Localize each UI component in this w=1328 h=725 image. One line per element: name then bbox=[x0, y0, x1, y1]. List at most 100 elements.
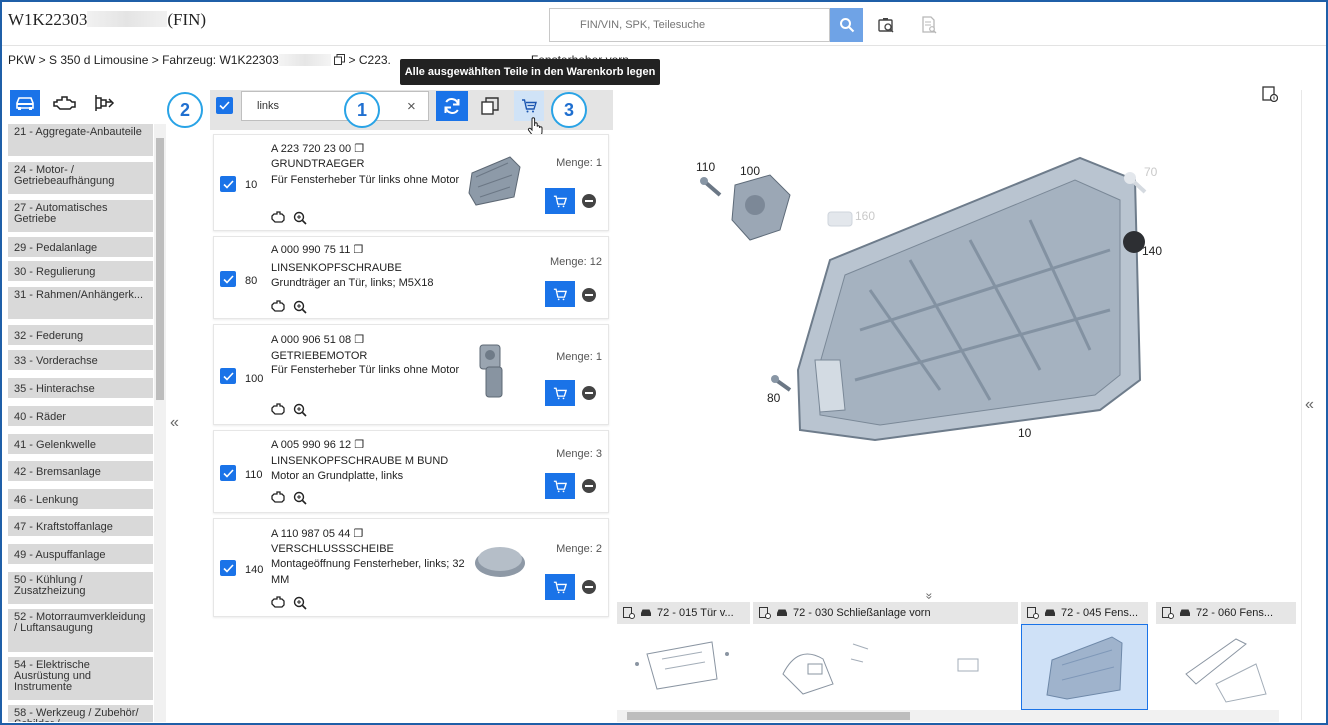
sidebar-item[interactable]: 41 - Gelenkwelle bbox=[8, 434, 153, 454]
tab-transmission[interactable] bbox=[90, 90, 120, 116]
sidebar-item[interactable]: 46 - Lenkung bbox=[8, 489, 153, 509]
breadcrumb-model[interactable]: > C223. bbox=[349, 53, 391, 67]
filter-input[interactable] bbox=[242, 92, 428, 120]
sidebar-item[interactable]: 29 - Pedalanlage bbox=[8, 237, 153, 257]
vehicle-title: W1K22303 (FIN) bbox=[8, 10, 206, 30]
part-number-text: A 000 990 75 11 bbox=[271, 244, 351, 256]
gallery-scroll-thumb[interactable] bbox=[627, 712, 910, 720]
callout-label[interactable]: 160 bbox=[855, 209, 875, 223]
callout-label[interactable]: 70 bbox=[1144, 165, 1157, 179]
copy-icon[interactable]: ❐ bbox=[354, 439, 364, 451]
collapse-right-panel-button[interactable]: « bbox=[1305, 396, 1314, 414]
gallery-thumbnail-selected[interactable] bbox=[1021, 624, 1148, 710]
quantity-label: Menge: 3 bbox=[556, 448, 602, 460]
copy-icon bbox=[481, 97, 499, 115]
zoom-icon[interactable] bbox=[293, 300, 307, 314]
sidebar-item[interactable]: 58 - Werkzeug / Zubehör/ Schilder / bbox=[8, 705, 153, 722]
part-position: 140 bbox=[245, 564, 264, 576]
breadcrumb-vehicle[interactable]: PKW > S 350 d Limousine > Fahrzeug: W1K2… bbox=[8, 53, 279, 67]
gallery-tab[interactable]: 72 - 030 Schließanlage vorn bbox=[753, 602, 1018, 624]
add-to-cart-button[interactable] bbox=[545, 380, 575, 406]
callout-label[interactable]: 10 bbox=[1018, 426, 1031, 440]
part-checkbox[interactable] bbox=[220, 465, 236, 481]
part-thumbnail[interactable] bbox=[472, 539, 528, 581]
sidebar-item[interactable]: 54 - Elektrische Ausrüstung und Instrume… bbox=[8, 657, 153, 700]
camera-search-button[interactable] bbox=[876, 14, 898, 36]
copy-icon[interactable]: ❐ bbox=[353, 244, 363, 256]
part-row: 80 A 000 990 75 11 ❐ LINSENKOPFSCHRAUBE … bbox=[213, 236, 609, 319]
sidebar-item[interactable]: 40 - Räder bbox=[8, 406, 153, 426]
zoom-icon[interactable] bbox=[293, 211, 307, 225]
filter-field[interactable] bbox=[241, 91, 429, 121]
callout-label[interactable]: 80 bbox=[767, 391, 780, 405]
remove-button[interactable] bbox=[582, 194, 596, 208]
part-number-text: A 223 720 23 00 bbox=[271, 143, 352, 155]
sidebar-item[interactable]: 32 - Federung bbox=[8, 325, 153, 345]
drawing-info-icon[interactable] bbox=[1262, 86, 1278, 102]
sidebar-item[interactable]: 33 - Vorderachse bbox=[8, 350, 153, 370]
zoom-icon[interactable] bbox=[293, 491, 307, 505]
vin-search-input[interactable] bbox=[550, 9, 829, 41]
sidebar-item[interactable]: 49 - Auspuffanlage bbox=[8, 544, 153, 564]
copy-icon[interactable]: ❐ bbox=[354, 143, 364, 155]
copy-icon[interactable]: ❐ bbox=[354, 334, 364, 346]
part-checkbox[interactable] bbox=[220, 271, 236, 287]
part-checkbox[interactable] bbox=[220, 368, 236, 384]
engine-icon[interactable] bbox=[271, 300, 285, 312]
remove-button[interactable] bbox=[582, 479, 596, 493]
gallery-tab-active[interactable]: 72 - 045 Fens... bbox=[1021, 602, 1148, 624]
select-all-checkbox[interactable] bbox=[216, 97, 233, 114]
sidebar-item[interactable]: 42 - Bremsanlage bbox=[8, 461, 153, 481]
callout-label[interactable]: 140 bbox=[1142, 244, 1162, 258]
sidebar-item[interactable]: 21 - Aggregate-Anbauteile bbox=[8, 124, 153, 156]
exploded-view-drawing[interactable] bbox=[640, 140, 1210, 480]
part-checkbox[interactable] bbox=[220, 176, 236, 192]
sidebar-item[interactable]: 50 - Kühlung / Zusatzheizung bbox=[8, 572, 153, 604]
remove-button[interactable] bbox=[582, 580, 596, 594]
gallery-tab[interactable]: 72 - 060 Fens... bbox=[1156, 602, 1296, 624]
gallery-tab[interactable]: 72 - 015 Tür v... bbox=[617, 602, 750, 624]
remove-button[interactable] bbox=[582, 386, 596, 400]
part-name: LINSENKOPFSCHRAUBE M BUND bbox=[271, 455, 449, 467]
refresh-button[interactable] bbox=[436, 91, 468, 121]
add-to-cart-button[interactable] bbox=[545, 473, 575, 499]
check-icon bbox=[222, 371, 234, 381]
remove-button[interactable] bbox=[582, 288, 596, 302]
gallery-thumbnail[interactable] bbox=[1156, 624, 1296, 710]
document-search-button[interactable] bbox=[918, 14, 940, 36]
add-to-cart-button[interactable] bbox=[545, 281, 575, 307]
sidebar-item[interactable]: 27 - Automatisches Getriebe bbox=[8, 200, 153, 232]
engine-icon[interactable] bbox=[271, 211, 285, 223]
zoom-icon[interactable] bbox=[293, 403, 307, 417]
sidebar-item[interactable]: 47 - Kraftstoffanlage bbox=[8, 516, 153, 536]
zoom-icon[interactable] bbox=[293, 596, 307, 610]
sidebar-scroll-thumb[interactable] bbox=[156, 138, 164, 400]
tab-engine[interactable] bbox=[50, 90, 80, 116]
callout-label[interactable]: 100 bbox=[740, 164, 760, 178]
part-thumbnail[interactable] bbox=[472, 337, 514, 403]
copy-button[interactable] bbox=[479, 95, 501, 117]
part-checkbox[interactable] bbox=[220, 560, 236, 576]
gallery-thumbnail[interactable] bbox=[617, 624, 750, 710]
vin-search-field[interactable] bbox=[549, 8, 830, 42]
copy-icon[interactable]: ❐ bbox=[353, 528, 363, 540]
sidebar-item[interactable]: 52 - Motorraumverkleidung / Luftansaugun… bbox=[8, 609, 153, 652]
sidebar-item[interactable]: 30 - Regulierung bbox=[8, 261, 153, 281]
tab-vehicle[interactable] bbox=[10, 90, 40, 116]
sidebar-item[interactable]: 24 - Motor- / Getriebeaufhängung bbox=[8, 162, 153, 194]
engine-icon[interactable] bbox=[271, 491, 285, 503]
expand-gallery-button[interactable]: » bbox=[922, 593, 936, 600]
callout-label[interactable]: 110 bbox=[696, 160, 715, 174]
clear-filter-button[interactable]: × bbox=[407, 98, 416, 115]
copy-icon[interactable] bbox=[334, 54, 346, 65]
add-to-cart-button[interactable] bbox=[545, 188, 575, 214]
part-thumbnail[interactable] bbox=[466, 155, 522, 207]
sidebar-item[interactable]: 35 - Hinterachse bbox=[8, 378, 153, 398]
engine-icon[interactable] bbox=[271, 403, 285, 415]
add-to-cart-button[interactable] bbox=[545, 574, 575, 600]
collapse-sidebar-button[interactable]: « bbox=[170, 414, 179, 432]
gallery-thumbnail[interactable] bbox=[753, 624, 1018, 710]
engine-icon[interactable] bbox=[271, 596, 285, 608]
sidebar-item[interactable]: 31 - Rahmen/Anhängerk... bbox=[8, 287, 153, 319]
search-button[interactable] bbox=[830, 8, 863, 42]
